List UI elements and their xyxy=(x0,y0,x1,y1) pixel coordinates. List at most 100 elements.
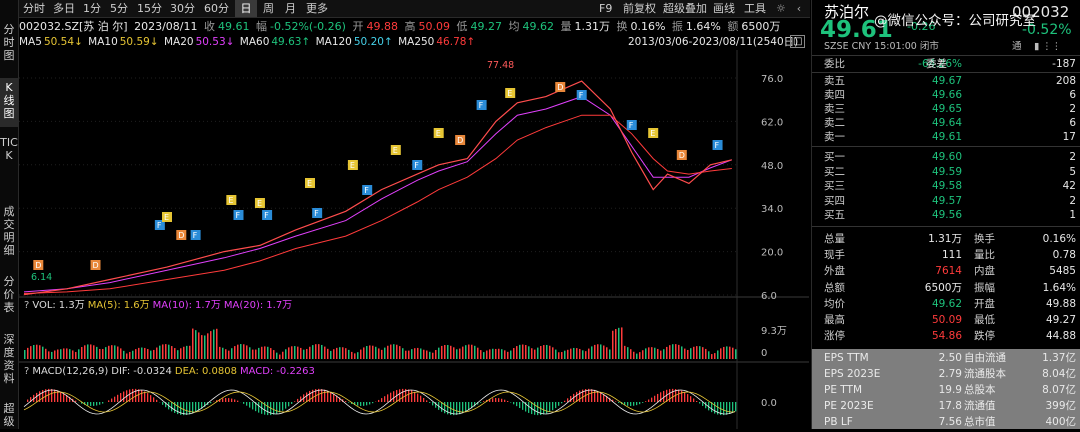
volume-bar xyxy=(240,344,242,359)
bid-row[interactable]: 买五 49.56 1 xyxy=(812,208,1076,222)
bid-row[interactable]: 买一 49.60 2 xyxy=(812,150,1076,164)
volume-bar xyxy=(474,346,476,359)
period-week[interactable]: 周 xyxy=(259,0,278,17)
macd-bar xyxy=(633,402,634,406)
period-month[interactable]: 月 xyxy=(281,0,300,17)
volume-bar xyxy=(555,350,557,359)
macd-bar xyxy=(564,401,565,402)
volume-bar xyxy=(90,344,92,359)
volume-bar xyxy=(108,346,110,359)
macd-bar xyxy=(732,402,733,413)
tab-super[interactable]: 超级 xyxy=(0,402,18,429)
volume-bar xyxy=(726,346,728,359)
macd-bar xyxy=(561,402,562,403)
tab-kline[interactable]: K线图 xyxy=(0,78,18,127)
vol-ma10-label: MA(10): xyxy=(153,300,192,311)
macd-bar xyxy=(36,393,37,402)
tab-depth-data[interactable]: 深度资料 xyxy=(0,333,18,393)
macd-bar xyxy=(369,402,370,404)
volume-bar xyxy=(231,348,233,359)
adjust-button[interactable]: 前复权 xyxy=(619,0,660,17)
volume-bar xyxy=(84,345,86,359)
volume-bar xyxy=(465,345,467,359)
dif-value: -0.0324 xyxy=(133,366,172,377)
volume-bar xyxy=(276,353,278,359)
ask-row[interactable]: 卖二 49.64 6 xyxy=(812,116,1076,130)
period-more[interactable]: 更多 xyxy=(302,0,332,17)
stat-value: 1.64% xyxy=(964,281,1076,295)
range-toggle-icon[interactable]: □ xyxy=(790,35,805,48)
volume-bar xyxy=(582,350,584,359)
macd-bar xyxy=(414,392,415,402)
volume-bar xyxy=(600,344,602,359)
chevron-left-icon[interactable]: ‹ xyxy=(791,0,807,17)
kline-chart-area[interactable]: 76.062.048.034.020.06.077.486.14DDFEDFEF… xyxy=(19,50,809,429)
period-60min[interactable]: 60分 xyxy=(200,0,233,17)
stat-row: 均价 49.62 开盘 49.88 xyxy=(812,297,1076,311)
weibi-row: 委比 -64.26% 委差 -187 xyxy=(812,57,1076,71)
volume-bar xyxy=(36,345,38,359)
tab-fenshi[interactable]: 分时图 xyxy=(0,20,18,69)
period-15min[interactable]: 15分 xyxy=(133,0,166,17)
volume-bar xyxy=(24,350,26,359)
volume-bar xyxy=(609,349,611,359)
bid-row[interactable]: 买四 49.57 2 xyxy=(812,194,1076,208)
ask-row[interactable]: 卖四 49.66 6 xyxy=(812,88,1076,102)
stat-value: 111 xyxy=(898,248,962,262)
close-label: 收 xyxy=(204,20,215,33)
ask-row[interactable]: 卖五 49.67 208 xyxy=(812,74,1076,88)
tab-trade-detail[interactable]: 成交明细 xyxy=(0,205,18,265)
tag-tong: 通 xyxy=(1012,40,1022,54)
ask-label: 卖四 xyxy=(824,88,845,102)
stat-value: 1.31万 xyxy=(898,232,962,246)
f9-button[interactable]: F9 xyxy=(595,0,616,17)
turn-label: 换 xyxy=(616,20,627,33)
period-30min[interactable]: 30分 xyxy=(166,0,199,17)
volume-bar xyxy=(186,346,188,359)
macd-bar xyxy=(114,397,115,402)
macd-bar xyxy=(156,400,157,402)
macd-bar xyxy=(444,402,445,413)
volume-bar xyxy=(576,348,578,359)
price-line xyxy=(24,81,732,295)
ma60-value: 49.63↑ xyxy=(271,36,310,48)
ma-series-line xyxy=(24,97,732,292)
settings-icon[interactable]: ☼ xyxy=(772,0,788,17)
macd-bar xyxy=(276,402,277,414)
stat-value: 6500万 xyxy=(898,281,962,295)
macd-bar xyxy=(294,401,295,402)
volume-bar xyxy=(192,329,194,359)
period-multiday[interactable]: 多日 xyxy=(49,0,79,17)
bid-row[interactable]: 买二 49.59 5 xyxy=(812,165,1076,179)
tab-tick[interactable]: TICK xyxy=(0,136,18,196)
tools-button[interactable]: 工具 xyxy=(740,0,770,17)
macd-bar xyxy=(699,402,700,404)
volume-bar xyxy=(63,348,65,359)
stat-label: 均价 xyxy=(824,297,845,311)
tab-price-table[interactable]: 分价表 xyxy=(0,275,18,323)
ask-row[interactable]: 卖一 49.61 17 xyxy=(812,130,1076,144)
event-marker: F xyxy=(627,120,637,130)
macd-bar xyxy=(63,393,64,402)
ask-row[interactable]: 卖三 49.65 2 xyxy=(812,102,1076,116)
macd-bar xyxy=(357,402,358,406)
ask-price: 49.66 xyxy=(898,88,962,102)
fund-value: 8.07亿 xyxy=(964,383,1076,397)
event-marker-letter: D xyxy=(679,151,685,160)
volume-bar xyxy=(162,344,164,359)
volume-bar xyxy=(429,352,431,359)
fund-value: 399亿 xyxy=(964,399,1076,413)
volume-bar xyxy=(171,346,173,359)
period-1min[interactable]: 1分 xyxy=(79,0,105,17)
period-fenshi[interactable]: 分时 xyxy=(19,0,49,17)
stat-value: 5485 xyxy=(964,264,1076,278)
bid-row[interactable]: 买三 49.58 42 xyxy=(812,179,1076,193)
draw-line-button[interactable]: 画线 xyxy=(709,0,739,17)
macd-bar xyxy=(297,399,298,402)
event-marker-letter: D xyxy=(557,83,563,92)
volume-bar xyxy=(438,348,440,359)
overlay-button[interactable]: 超级叠加 xyxy=(659,0,711,17)
period-day[interactable]: 日 xyxy=(235,0,257,17)
period-5min[interactable]: 5分 xyxy=(106,0,132,17)
chart-svg: 76.062.048.034.020.06.077.486.14DDFEDFEF… xyxy=(19,50,809,429)
